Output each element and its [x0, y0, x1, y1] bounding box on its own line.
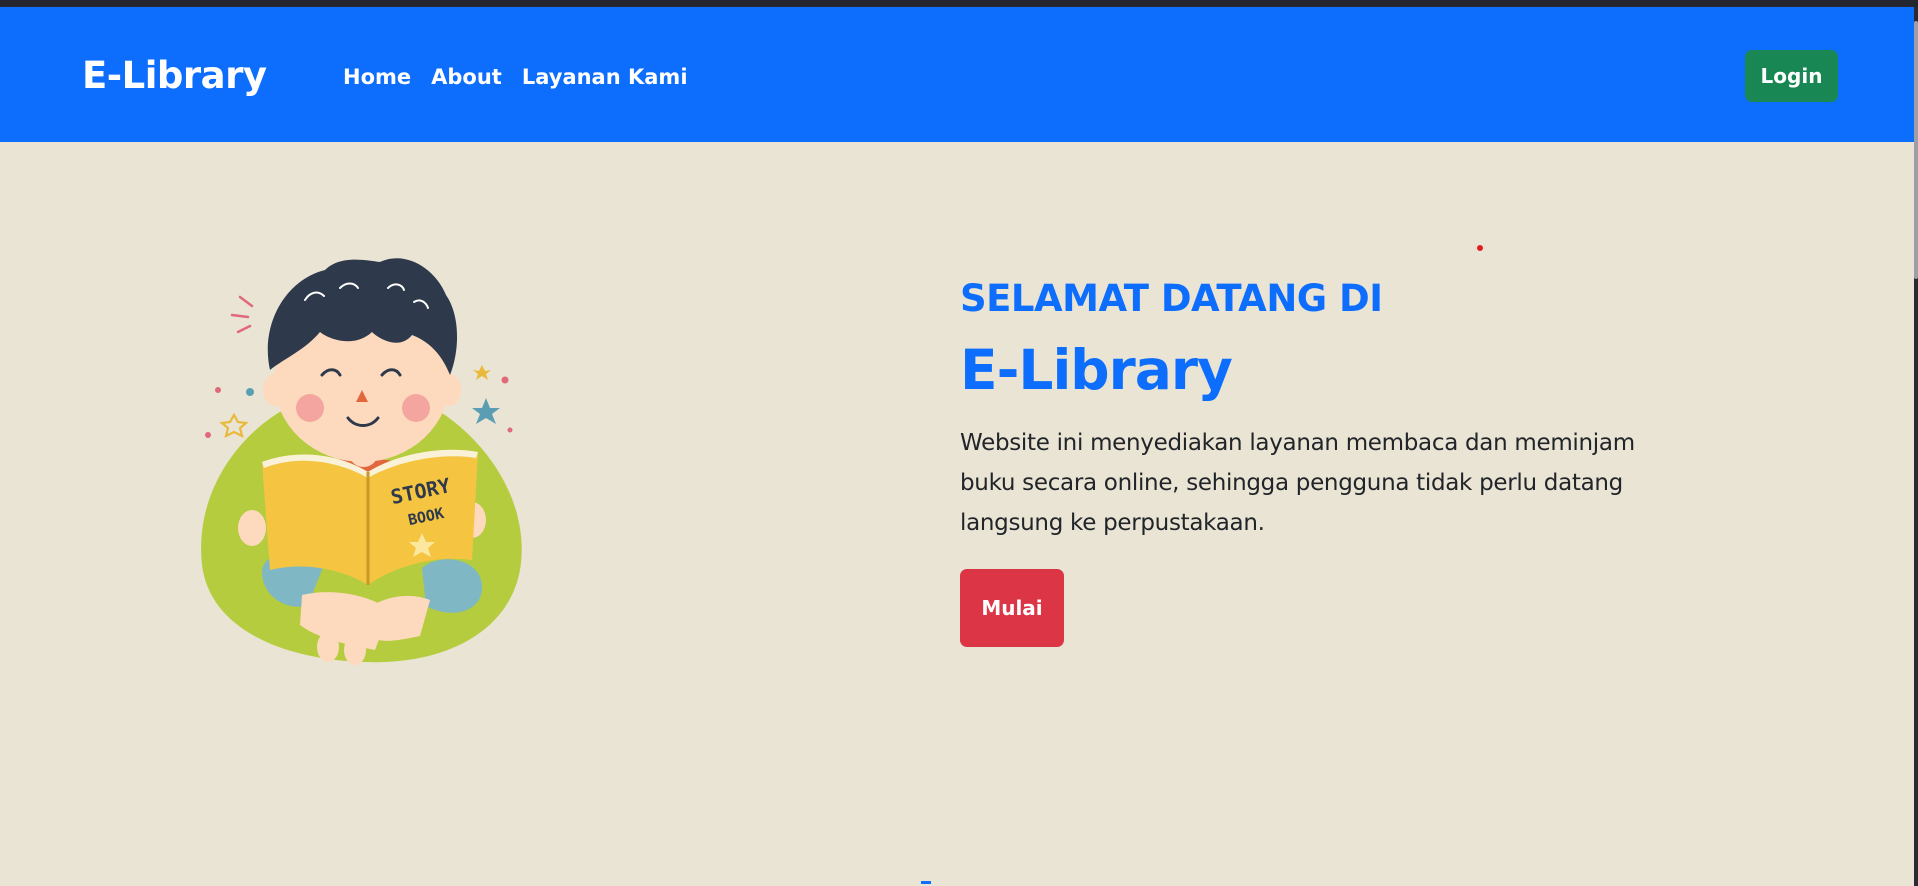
page-scrollbar[interactable]	[1914, 7, 1918, 886]
nav-link-home[interactable]: Home	[343, 67, 411, 88]
hero-section: SELAMAT DATANG DI E-Library Website ini …	[960, 275, 1700, 647]
boy-reading-illustration: STORY BOOK	[190, 240, 540, 670]
window-top-strip	[0, 0, 1918, 7]
hero-description: Website ini menyediakan layanan membaca …	[960, 430, 1635, 536]
navbar: E-Library Home About Layanan Kami Login	[0, 7, 1914, 142]
brand-logo[interactable]: E-Library	[82, 57, 267, 94]
login-button[interactable]: Login	[1745, 50, 1838, 102]
nav-link-layanan-kami[interactable]: Layanan Kami	[522, 67, 688, 88]
hero-title: E-Library	[960, 338, 1233, 402]
hero-greeting: SELAMAT DATANG DI	[960, 277, 1383, 320]
decorative-dot	[1477, 245, 1483, 251]
nav-links: Home About Layanan Kami	[343, 67, 688, 88]
section-indicator	[921, 881, 931, 884]
start-button[interactable]: Mulai	[960, 569, 1064, 647]
nav-link-about[interactable]: About	[431, 67, 502, 88]
scrollbar-thumb[interactable]	[1914, 21, 1918, 279]
